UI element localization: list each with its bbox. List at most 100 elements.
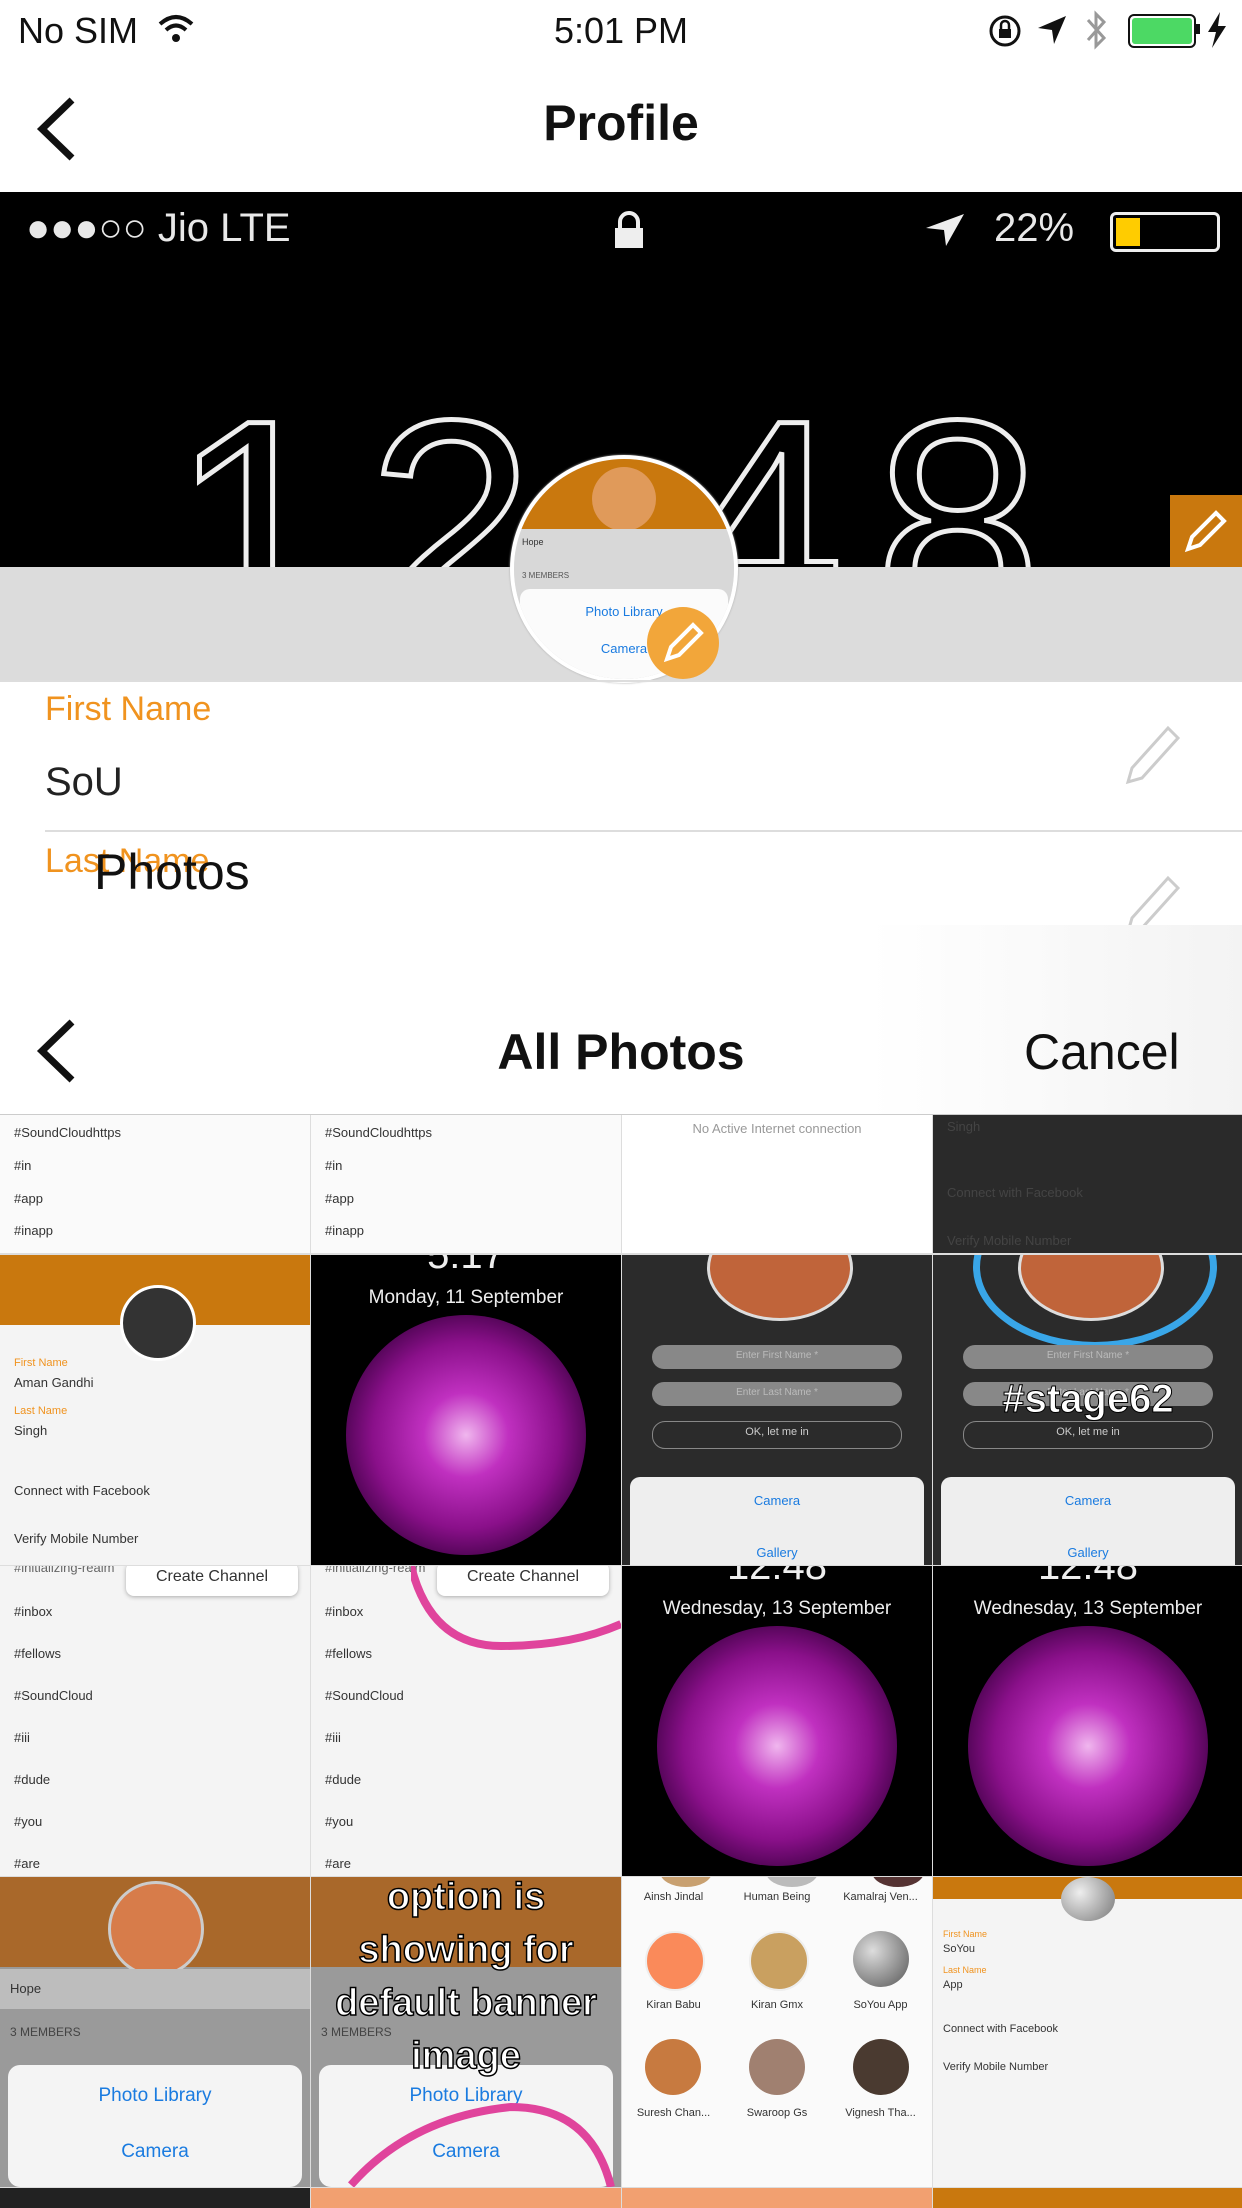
- thumb-text: Aman Gandhi: [14, 1375, 94, 1390]
- banner-location-icon: [926, 214, 964, 246]
- battery-icon: [1128, 14, 1196, 48]
- thumb-text: #SoundCloud: [14, 1688, 93, 1703]
- thumb-text: Monday, 11 September: [368, 1287, 564, 1308]
- thumb-text: OK, let me in: [745, 1426, 809, 1438]
- thumb-text: Connect with Facebook: [943, 2023, 1058, 2035]
- thumb-text: #fellows: [325, 1646, 372, 1661]
- photo-thumbnail[interactable]: First Name SoYou Last Name App Connect w…: [933, 1877, 1242, 2187]
- thumb-text: Camera: [753, 1493, 801, 1508]
- photo-thumbnail[interactable]: [933, 2188, 1242, 2208]
- thumb-text: Hope: [10, 1981, 42, 1996]
- thumb-text: Last Name: [14, 1405, 68, 1417]
- thumb-text: #in: [14, 1158, 32, 1173]
- photo-thumbnail[interactable]: Ainsh Jindal Human Being Kamalraj Ven...…: [622, 1877, 932, 2187]
- avatar-edit-button[interactable]: [647, 607, 719, 679]
- location-icon: [1038, 16, 1066, 44]
- thumb-text: #dude: [14, 1772, 51, 1787]
- thumb-text: #app: [325, 1191, 354, 1206]
- thumb-text: #app: [14, 1191, 43, 1206]
- annotation-circle: [973, 1255, 1217, 1349]
- thumb-text: No Active Internet connection: [692, 1121, 862, 1136]
- thumb-text: #SoundCloud: [325, 1688, 404, 1703]
- first-name-field[interactable]: SoU: [45, 760, 123, 805]
- thumb-text: Enter Last Name *: [736, 1387, 818, 1398]
- photo-thumbnail[interactable]: [311, 2188, 621, 2208]
- thumb-text: #inbox: [325, 1604, 364, 1619]
- pencil-icon[interactable]: [1120, 720, 1184, 790]
- photo-thumbnail[interactable]: 3 MEMBERS Photo Library Camera option is…: [311, 1877, 621, 2187]
- photo-thumbnail[interactable]: First Name Aman Gandhi Last Name Singh C…: [0, 1255, 310, 1565]
- contact-name: Vignesh Tha...: [845, 2107, 916, 2119]
- banner-edit-button[interactable]: [1170, 495, 1242, 567]
- first-name-label: First Name: [45, 690, 212, 728]
- thumb-text: 3 MEMBERS: [10, 2025, 81, 2039]
- cancel-button[interactable]: Cancel: [1024, 1023, 1180, 1081]
- photo-thumbnail[interactable]: Singh Connect with Facebook Verify Mobil…: [933, 1115, 1242, 1253]
- photo-grid: #SoundCloudhttps #in #app #inapp #SoundC…: [0, 1115, 1242, 2208]
- photo-thumbnail[interactable]: #initializing-realm Create Channel #inbo…: [311, 1566, 621, 1876]
- padlock-icon: [615, 211, 643, 248]
- flower-wallpaper: [657, 1625, 897, 1866]
- pencil-icon: [1184, 510, 1227, 553]
- thumb-text: #fellows: [14, 1646, 61, 1661]
- thumb-text: Create Channel: [155, 1568, 269, 1585]
- thumb-text: #initializing-realm: [14, 1566, 115, 1575]
- thumb-text: Singh: [947, 1119, 981, 1134]
- thumb-text: #inapp: [14, 1223, 54, 1238]
- photo-thumbnail[interactable]: #SoundCloudhttps #in #app #inapp: [0, 1115, 310, 1253]
- thumb-text: Gallery: [756, 1545, 798, 1560]
- thumb-text: #inapp: [325, 1223, 365, 1238]
- thumb-text: Camera: [121, 2141, 189, 2162]
- thumb-text: #stage62: [1002, 1377, 1174, 1422]
- avatar-thumb-group: Hope: [522, 537, 544, 547]
- photo-picker-header: All Photos Cancel: [0, 925, 1242, 1115]
- thumb-text: #are: [325, 1856, 352, 1871]
- banner-carrier: ●●●○○ Jio LTE: [26, 206, 291, 250]
- contact-name: Suresh Chan...: [636, 2107, 711, 2119]
- photo-thumbnail[interactable]: 12:48 Wednesday, 13 September: [622, 1566, 932, 1876]
- photos-back-label[interactable]: Photos: [94, 843, 250, 901]
- thumb-text: OK, let me in: [1056, 1426, 1120, 1438]
- photo-thumbnail[interactable]: Enter First Name * Enter Last Name * OK,…: [622, 1255, 932, 1565]
- thumb-text: Photo Library: [98, 2085, 212, 2106]
- divider: [45, 830, 1242, 832]
- photo-thumbnail[interactable]: #SoundCloudhttps #in #app #inapp: [311, 1115, 621, 1253]
- status-bar: No SIM 5:01 PM: [0, 0, 1242, 62]
- bluetooth-icon: [1086, 10, 1107, 50]
- thumb-text: First Name: [14, 1357, 68, 1369]
- thumb-text: 5:17: [427, 1255, 505, 1277]
- photo-thumbnail[interactable]: [622, 2188, 932, 2208]
- profile-nav-bar: Profile: [0, 62, 1242, 192]
- thumb-text: Enter First Name *: [1046, 1350, 1130, 1361]
- photo-thumbnail[interactable]: No Active Internet connection: [622, 1115, 932, 1253]
- thumb-text: #are: [14, 1856, 41, 1871]
- thumb-text: Wednesday, 13 September: [973, 1598, 1203, 1619]
- pencil-icon[interactable]: [1120, 870, 1184, 930]
- thumb-text: Verify Mobile Number: [14, 1531, 139, 1546]
- contact-name: Swaroop Gs: [746, 2107, 808, 2119]
- photo-thumbnail[interactable]: Enter First Name * Enter Last Name * OK,…: [933, 1255, 1242, 1565]
- thumb-text: Gallery: [1067, 1545, 1109, 1560]
- thumb-text: #SoundCloudhttps: [325, 1125, 432, 1140]
- flower-wallpaper: [968, 1625, 1208, 1866]
- pencil-icon: [663, 622, 704, 663]
- thumb-text: Camera: [1064, 1493, 1112, 1508]
- photo-thumbnail[interactable]: 12:48 Wednesday, 13 September: [933, 1566, 1242, 1876]
- banner-battery-icon: [1110, 212, 1220, 252]
- thumb-text: #you: [325, 1814, 354, 1829]
- photo-thumbnail[interactable]: Hope 3 MEMBERS Photo Library Camera: [0, 1877, 310, 2187]
- avatar-thumb-members: 3 MEMBERS: [522, 571, 570, 580]
- thumb-text: First Name: [943, 1929, 988, 1939]
- thumb-text: Verify Mobile Number: [947, 1233, 1072, 1248]
- thumb-text: #inbox: [14, 1604, 53, 1619]
- thumb-text: Verify Mobile Number: [943, 2061, 1049, 2073]
- thumb-text: 12:48: [726, 1566, 828, 1588]
- photo-thumbnail[interactable]: [0, 2188, 310, 2208]
- divider: [0, 680, 1242, 682]
- battery-tip: [1196, 24, 1200, 34]
- contact-name: Ainsh Jindal: [643, 1891, 704, 1903]
- photo-thumbnail[interactable]: #initializing-realm Create Channel #inbo…: [0, 1566, 310, 1876]
- photo-thumbnail[interactable]: 5:17 Monday, 11 September: [311, 1255, 621, 1565]
- thumb-text: #iii: [325, 1730, 341, 1745]
- contact-name: Kiran Babu: [646, 1999, 701, 2011]
